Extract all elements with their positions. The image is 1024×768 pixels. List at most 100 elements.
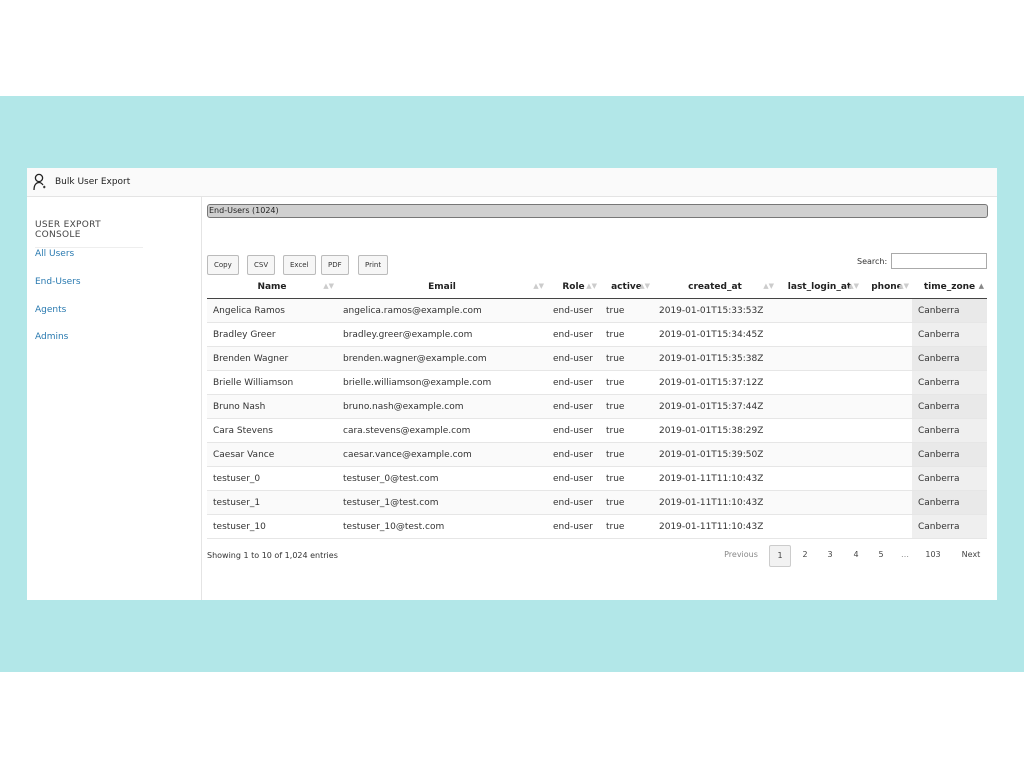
active-cell: true <box>600 442 653 467</box>
role-cell: end-user <box>547 322 600 347</box>
pagination-page-3[interactable]: 3 <box>822 545 838 565</box>
table-row[interactable]: Brenden Wagner brenden.wagner@example.com… <box>207 346 987 371</box>
time-zone-cell: Canberra <box>912 466 987 491</box>
user-icon <box>33 173 47 191</box>
column-header-active[interactable]: active ▲▼ <box>600 276 653 299</box>
sort-arrows-icon: ▲▼ <box>323 282 334 290</box>
email-cell: cara.stevens@example.com <box>337 418 547 443</box>
time-zone-cell: Canberra <box>912 322 987 347</box>
created-at-cell: 2019-01-01T15:37:12Z <box>653 370 777 395</box>
created-at-cell: 2019-01-11T11:10:43Z <box>653 466 777 491</box>
last-login-at-cell <box>777 346 862 371</box>
phone-cell <box>862 442 912 467</box>
phone-cell <box>862 346 912 371</box>
time-zone-cell: Canberra <box>912 346 987 371</box>
table-row[interactable]: testuser_10 testuser_10@test.com end-user t… <box>207 514 987 539</box>
role-cell: end-user <box>547 490 600 515</box>
app-window: Bulk User Export USER EXPORT CONSOLE All… <box>27 168 997 600</box>
active-cell: true <box>600 418 653 443</box>
active-cell: true <box>600 466 653 491</box>
name-cell: Cara Stevens <box>207 418 337 443</box>
table-row[interactable]: Brielle Williamson brielle.williamson@exa… <box>207 370 987 395</box>
active-cell: true <box>600 394 653 419</box>
table-row[interactable]: Bradley Greer bradley.greer@example.com en… <box>207 322 987 347</box>
sort-arrows-icon: ▲▼ <box>639 282 650 290</box>
email-cell: brielle.williamson@example.com <box>337 370 547 395</box>
pagination-page-2[interactable]: 2 <box>797 545 813 565</box>
phone-cell <box>862 514 912 539</box>
active-cell: true <box>600 322 653 347</box>
active-cell: true <box>600 490 653 515</box>
name-cell: testuser_0 <box>207 466 337 491</box>
pagination-previous[interactable]: Previous <box>719 545 763 565</box>
email-cell: testuser_1@test.com <box>337 490 547 515</box>
email-cell: testuser_0@test.com <box>337 466 547 491</box>
email-cell: angelica.ramos@example.com <box>337 298 547 323</box>
phone-cell <box>862 466 912 491</box>
name-cell: Brielle Williamson <box>207 370 337 395</box>
sort-ascending-icon: ▲ <box>978 282 984 290</box>
sidebar-item-admins[interactable]: Admins <box>35 332 68 342</box>
table-row[interactable]: Cara Stevens cara.stevens@example.com end-… <box>207 418 987 443</box>
created-at-cell: 2019-01-01T15:33:53Z <box>653 298 777 323</box>
sidebar-item-agents[interactable]: Agents <box>35 305 66 315</box>
app-title: Bulk User Export <box>55 177 131 187</box>
top-bar: Bulk User Export <box>27 168 997 197</box>
last-login-at-cell <box>777 322 862 347</box>
sort-arrows-icon: ▲▼ <box>586 282 597 290</box>
last-login-at-cell <box>777 466 862 491</box>
email-cell: bradley.greer@example.com <box>337 322 547 347</box>
last-login-at-cell <box>777 442 862 467</box>
role-cell: end-user <box>547 442 600 467</box>
pagination-page-5[interactable]: 5 <box>873 545 889 565</box>
time-zone-cell: Canberra <box>912 490 987 515</box>
created-at-cell: 2019-01-01T15:39:50Z <box>653 442 777 467</box>
column-header-role[interactable]: Role ▲▼ <box>547 276 600 299</box>
created-at-cell: 2019-01-01T15:34:45Z <box>653 322 777 347</box>
sidebar: USER EXPORT CONSOLE All Users End-Users … <box>27 197 202 600</box>
role-cell: end-user <box>547 370 600 395</box>
active-cell: true <box>600 370 653 395</box>
print-button[interactable]: Print <box>358 255 389 275</box>
sidebar-item-all-users[interactable]: All Users <box>35 249 74 259</box>
column-header-last-login-at[interactable]: last_login_at ▲▼ <box>777 276 862 299</box>
table-body: Angelica Ramos angelica.ramos@example.com… <box>207 298 987 539</box>
column-header-email[interactable]: Email ▲▼ <box>337 276 547 299</box>
table-row[interactable]: testuser_1 testuser_1@test.com end-user tru… <box>207 490 987 515</box>
table-row[interactable]: Bruno Nash bruno.nash@example.com end-user… <box>207 394 987 419</box>
table-header-row: Name ▲▼ Email ▲▼ Role ▲▼ active ▲▼ created_a… <box>207 276 987 299</box>
csv-button[interactable]: CSV <box>247 255 276 275</box>
created-at-cell: 2019-01-11T11:10:43Z <box>653 514 777 539</box>
pagination-page-last[interactable]: 103 <box>919 545 947 565</box>
pagination-page-1[interactable]: 1 <box>769 545 791 567</box>
phone-cell <box>862 394 912 419</box>
time-zone-cell: Canberra <box>912 514 987 539</box>
email-cell: bruno.nash@example.com <box>337 394 547 419</box>
sort-arrows-icon: ▲▼ <box>533 282 544 290</box>
excel-button[interactable]: Excel <box>283 255 316 275</box>
last-login-at-cell <box>777 514 862 539</box>
pagination-next[interactable]: Next <box>957 545 985 565</box>
copy-button[interactable]: Copy <box>207 255 239 275</box>
pagination-page-4[interactable]: 4 <box>848 545 864 565</box>
role-cell: end-user <box>547 418 600 443</box>
column-header-time-zone[interactable]: time_zone ▲ <box>912 276 987 299</box>
search-input[interactable] <box>891 253 987 269</box>
time-zone-cell: Canberra <box>912 370 987 395</box>
sort-arrows-icon: ▲▼ <box>848 282 859 290</box>
section-title-bar[interactable]: End-Users (1024) <box>207 204 988 218</box>
table-row[interactable]: Caesar Vance caesar.vance@example.com end-… <box>207 442 987 467</box>
column-header-created-at[interactable]: created_at ▲▼ <box>653 276 777 299</box>
column-header-phone[interactable]: phone ▲▼ <box>862 276 912 299</box>
phone-cell <box>862 418 912 443</box>
table-row[interactable]: testuser_0 testuser_0@test.com end-user tru… <box>207 466 987 491</box>
time-zone-cell: Canberra <box>912 418 987 443</box>
column-header-name[interactable]: Name ▲▼ <box>207 276 337 299</box>
table-row[interactable]: Angelica Ramos angelica.ramos@example.com… <box>207 298 987 323</box>
active-cell: true <box>600 346 653 371</box>
name-cell: testuser_10 <box>207 514 337 539</box>
name-cell: Caesar Vance <box>207 442 337 467</box>
sidebar-item-end-users[interactable]: End-Users <box>35 277 81 287</box>
created-at-cell: 2019-01-01T15:35:38Z <box>653 346 777 371</box>
pdf-button[interactable]: PDF <box>321 255 349 275</box>
